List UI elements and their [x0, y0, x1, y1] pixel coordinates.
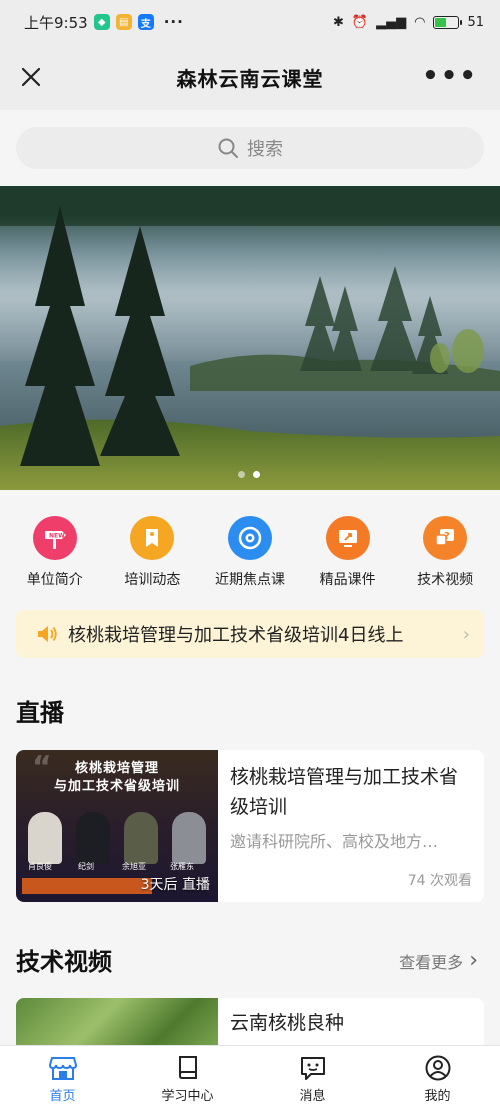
speaker-name: 张雁东 — [170, 862, 194, 871]
more-dots-icon[interactable]: ••• — [422, 62, 478, 90]
tab-messages[interactable]: 消息 — [250, 1046, 375, 1111]
view-count: 74 次观看 — [407, 873, 472, 889]
status-bar: 上午9:53 ◆ ▤ 支 ··· ✱ ⏰ ▂▄▆ ◠ 51 — [0, 0, 500, 44]
search-section: 搜索 — [0, 110, 500, 186]
search-placeholder: 搜索 — [247, 139, 283, 160]
profile-icon — [425, 1055, 450, 1081]
speaker-photo — [76, 812, 110, 864]
presentation-icon — [325, 516, 370, 560]
banner-carousel[interactable] — [0, 186, 500, 490]
tab-profile[interactable]: 我的 — [375, 1046, 500, 1111]
home-store-icon — [48, 1057, 77, 1080]
wifi-icon: ◠ — [414, 14, 426, 30]
poster-info-strip — [22, 878, 152, 894]
speaker-icon — [38, 626, 57, 642]
tab-label: 首页 — [49, 1089, 76, 1104]
page-title: 森林云南云课堂 — [176, 66, 324, 91]
tag-icon — [130, 516, 175, 560]
status-more-icon: ··· — [163, 13, 184, 31]
speaker-photo — [172, 812, 206, 864]
search-input[interactable]: 搜索 — [16, 127, 484, 169]
category-nav: NEW 单位简介 培训动态 近期焦点课 精品课件 ? 技术视频 — [0, 490, 500, 600]
poster-title-line2: 与加工技术省级培训 — [53, 779, 180, 794]
nav-item-training-news[interactable]: 培训动态 — [106, 490, 198, 600]
videos-section-title: 技术视频 — [16, 948, 112, 976]
search-icon — [218, 138, 238, 158]
tab-home[interactable]: 首页 — [0, 1046, 125, 1111]
nav-item-unit-intro[interactable]: NEW 单位简介 — [9, 490, 101, 600]
tab-learning-center[interactable]: 学习中心 — [125, 1046, 250, 1111]
signal-icon: ▂▄▆ — [376, 14, 407, 30]
nav-label: 精品课件 — [319, 572, 376, 588]
video-chat-icon: ? — [423, 516, 468, 560]
book-icon — [178, 1056, 197, 1079]
alarm-icon: ⏰ — [351, 14, 369, 30]
notes-app-icon: ▤ — [115, 14, 132, 30]
bluetooth-icon: ✱ — [333, 14, 344, 30]
view-more-label: 查看更多 — [399, 952, 464, 972]
bottom-tab-bar: 首页 学习中心 消息 我的 — [0, 1045, 500, 1111]
nav-label: 技术视频 — [417, 572, 474, 588]
shield-app-icon: ◆ — [93, 14, 110, 30]
speaker-name: 纪剑 — [78, 862, 94, 871]
carousel-dot-active[interactable] — [253, 471, 260, 478]
nav-item-focus-course[interactable]: 近期焦点课 — [204, 490, 296, 600]
carousel-dot[interactable] — [238, 471, 245, 478]
notice-text: 核桃栽培管理与加工技术省级培训4日线上 — [68, 625, 404, 646]
nav-label: 单位简介 — [26, 572, 83, 588]
live-poster: “ 核桃栽培管理 与加工技术省级培训 肖良俊 纪剑 余旭亚 张雁东 3天后 直播 — [16, 750, 218, 902]
live-countdown-badge: 3天后 直播 — [140, 877, 210, 893]
poster-title: 核桃栽培管理 与加工技术省级培训 — [16, 760, 218, 796]
speaker-photo — [124, 812, 158, 864]
battery-percent: 51 — [467, 14, 484, 30]
speaker-name: 余旭亚 — [122, 862, 146, 871]
focus-target-icon — [227, 516, 272, 560]
live-card[interactable]: “ 核桃栽培管理 与加工技术省级培训 肖良俊 纪剑 余旭亚 张雁东 3天后 直播… — [16, 750, 484, 902]
poster-title-line1: 核桃栽培管理 — [74, 761, 159, 776]
new-signpost-icon: NEW — [32, 516, 77, 560]
tab-label: 学习中心 — [161, 1089, 214, 1104]
banner-image — [0, 186, 500, 490]
notice-bar[interactable]: 核桃栽培管理与加工技术省级培训4日线上 › — [16, 610, 484, 658]
video-card-title: 云南核桃良种 — [230, 1012, 345, 1034]
nav-label: 培训动态 — [124, 572, 181, 588]
alipay-icon: 支 — [137, 14, 154, 30]
nav-item-tech-video[interactable]: ? 技术视频 — [399, 490, 491, 600]
live-card-description: 邀请科研院所、高校及地方… — [230, 832, 439, 851]
svg-text:NEW: NEW — [49, 533, 65, 540]
chevron-right-icon: › — [469, 948, 478, 973]
carousel-indicator[interactable] — [238, 471, 260, 478]
message-icon — [300, 1057, 325, 1080]
view-more-link[interactable]: 查看更多 › — [399, 948, 478, 973]
speaker-name: 肖良俊 — [28, 862, 52, 871]
live-card-title: 核桃栽培管理与加工技术省级培训 — [230, 766, 459, 818]
chevron-right-icon: › — [462, 623, 470, 645]
tab-label: 消息 — [299, 1089, 326, 1104]
speaker-photo — [28, 812, 62, 864]
live-section-title: 直播 — [16, 699, 64, 727]
nav-item-courseware[interactable]: 精品课件 — [302, 490, 394, 600]
battery-icon — [433, 15, 463, 29]
status-time: 上午9:53 — [24, 13, 88, 32]
close-icon[interactable] — [14, 60, 48, 94]
nav-label: 近期焦点课 — [214, 572, 285, 588]
title-bar: 森林云南云课堂 ••• — [0, 44, 500, 110]
tab-label: 我的 — [424, 1089, 451, 1104]
